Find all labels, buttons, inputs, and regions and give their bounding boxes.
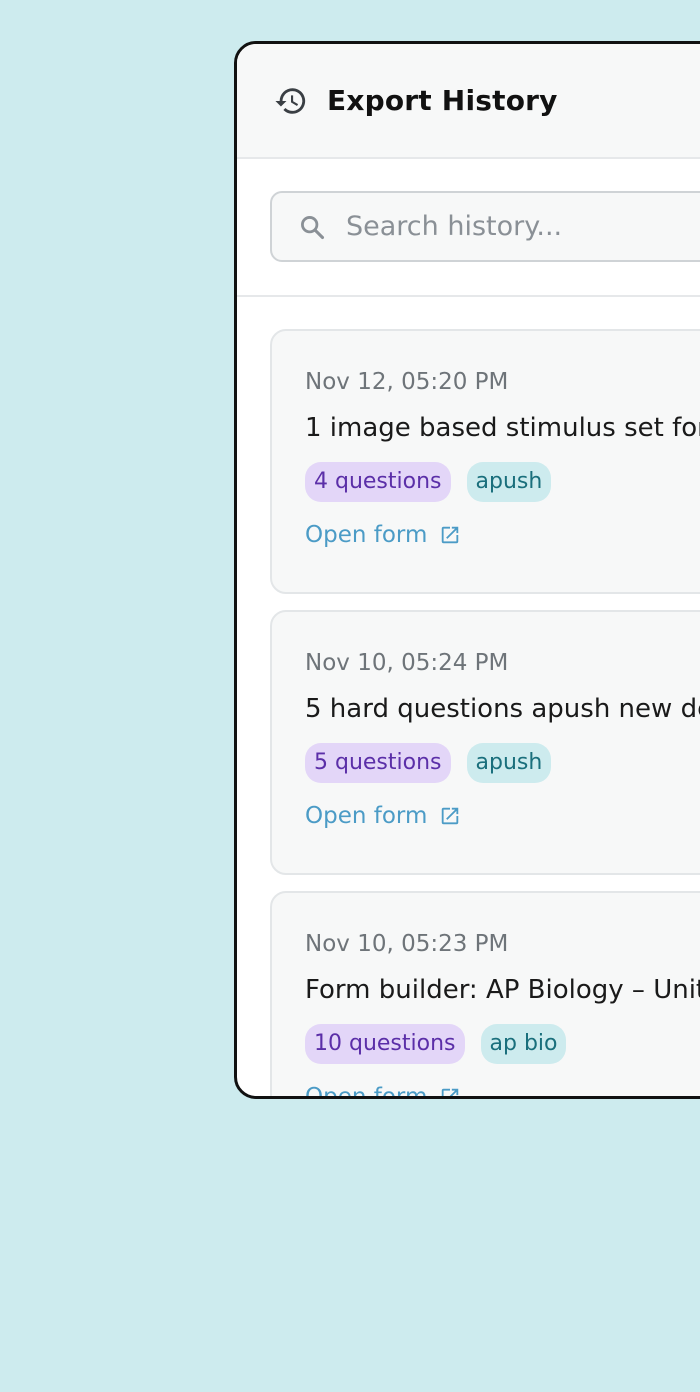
entry-title: Form builder: AP Biology – Unit xyxy=(305,975,700,1005)
search-section xyxy=(237,159,700,297)
entry-date: Nov 12, 05:20 PM xyxy=(305,369,509,395)
history-entry: Nov 10, 05:24 PM 5 hard questions apush … xyxy=(270,610,700,875)
question-count-badge: 10 questions xyxy=(305,1024,465,1064)
external-link-icon xyxy=(439,1085,463,1096)
topic-badge: apush xyxy=(466,743,552,783)
search-box[interactable] xyxy=(270,191,700,262)
history-list: Nov 12, 05:20 PM 1 image based stimulus … xyxy=(237,297,700,1099)
external-link-icon xyxy=(439,804,463,828)
open-form-link[interactable]: Open form xyxy=(305,518,700,552)
search-input[interactable] xyxy=(346,211,700,242)
stage: Export History Nov 12, 05:20 PM 1 image … xyxy=(0,0,700,1392)
entry-date: Nov 10, 05:23 PM xyxy=(305,931,509,957)
open-form-label: Open form xyxy=(305,1084,428,1099)
entry-tags: 10 questions ap bio xyxy=(305,1024,700,1064)
entry-date: Nov 10, 05:24 PM xyxy=(305,650,509,676)
search-icon xyxy=(298,212,328,242)
history-entry: Nov 12, 05:20 PM 1 image based stimulus … xyxy=(270,329,700,594)
open-form-link[interactable]: Open form xyxy=(305,799,700,833)
open-form-label: Open form xyxy=(305,803,428,829)
entry-tags: 5 questions apush xyxy=(305,743,700,783)
external-link-icon xyxy=(439,523,463,547)
entry-tags: 4 questions apush xyxy=(305,462,700,502)
history-entry: Nov 10, 05:23 PM Form builder: AP Biolog… xyxy=(270,891,700,1099)
open-form-link[interactable]: Open form xyxy=(305,1080,700,1099)
topic-badge: apush xyxy=(466,462,552,502)
question-count-badge: 4 questions xyxy=(305,462,451,502)
entry-title: 1 image based stimulus set for xyxy=(305,413,700,443)
topic-badge: ap bio xyxy=(480,1024,567,1064)
question-count-badge: 5 questions xyxy=(305,743,451,783)
page-title: Export History xyxy=(327,84,558,117)
export-history-panel: Export History Nov 12, 05:20 PM 1 image … xyxy=(234,41,700,1099)
history-icon xyxy=(273,83,309,119)
entry-title: 5 hard questions apush new de xyxy=(305,694,700,724)
panel-header: Export History xyxy=(237,44,700,159)
open-form-label: Open form xyxy=(305,522,428,548)
